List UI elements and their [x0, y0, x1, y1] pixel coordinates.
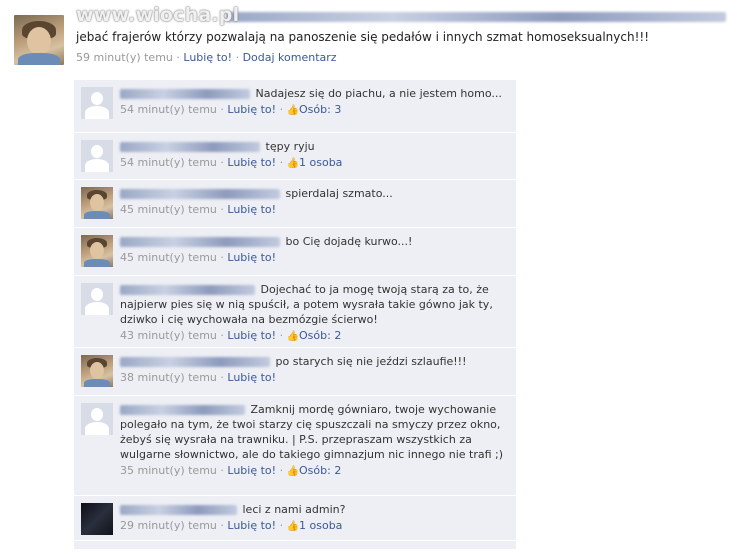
comment-list: Nadajesz się do piachu, a nie jestem hom…	[74, 80, 516, 549]
comment-text: bo Cię dojadę kurwo...!	[120, 234, 510, 249]
post-meta: 59 minut(y) temu · Lubię to! · Dodaj kom…	[76, 51, 742, 64]
comment-meta: 54 minut(y) temu · Lubię to! · 👍Osób: 3	[120, 103, 342, 116]
comment-like-link[interactable]: Lubię to!	[227, 371, 276, 384]
comment-meta: 35 minut(y) temu · Lubię to! · 👍Osób: 2	[120, 464, 342, 477]
default-avatar-icon[interactable]	[81, 403, 113, 435]
comment-like-link[interactable]: Lubię to!	[227, 156, 276, 169]
comment-text: po starych się nie jeździ szlaufie!!!	[120, 354, 510, 369]
post-time: 59 minut(y) temu	[76, 51, 173, 64]
comment-text: tępy ryju	[120, 139, 510, 154]
separator: ·	[176, 51, 180, 64]
comment-text: leci z nami admin?	[120, 502, 510, 517]
post-like-link[interactable]: Lubię to!	[183, 51, 232, 64]
comment-like-link[interactable]: Lubię to!	[227, 519, 276, 532]
commenter-name-redacted[interactable]	[120, 405, 245, 415]
comment-item: tępy ryju 54 minut(y) temu · Lubię to! ·…	[74, 133, 516, 180]
comment-like-link[interactable]: Lubię to!	[227, 329, 276, 342]
thumbs-up-icon: 👍	[286, 105, 300, 116]
comment-item: Dojechać to ja mogę twoją starą za to, ż…	[74, 276, 516, 348]
commenter-name-redacted[interactable]	[120, 142, 260, 152]
commenter-photo-avatar[interactable]	[81, 235, 113, 267]
default-avatar-icon[interactable]	[81, 87, 113, 119]
like-count-link[interactable]: Osób: 2	[299, 464, 341, 477]
comment-text: Zamknij mordę gówniaro, twoje wychowanie…	[120, 403, 504, 461]
comment-item: Nadajesz się do piachu, a nie jestem hom…	[74, 80, 516, 133]
watermark: www.wiocha.pl	[76, 4, 240, 26]
like-count-link[interactable]: 1 osoba	[299, 519, 342, 532]
comment-like-link[interactable]: Lubię to!	[227, 203, 276, 216]
separator: ·	[235, 51, 240, 64]
comment-meta: 43 minut(y) temu · Lubię to! · 👍Osób: 2	[120, 329, 342, 342]
comment-like-link[interactable]: Lubię to!	[227, 464, 276, 477]
comment-item: leci z nami admin? 29 minut(y) temu · Lu…	[74, 496, 516, 541]
commenter-name-redacted[interactable]	[120, 357, 270, 367]
thumbs-up-icon: 👍	[286, 331, 300, 342]
comment-item: Zamknij mordę gówniaro, twoje wychowanie…	[74, 396, 516, 496]
comment-item: spierdalaj szmato... 45 minut(y) temu · …	[74, 180, 516, 228]
comment-meta: 38 minut(y) temu · Lubię to!	[120, 371, 277, 384]
comment-meta: 45 minut(y) temu · Lubię to!	[120, 203, 277, 216]
commenter-name-redacted[interactable]	[120, 505, 237, 515]
commenter-photo-avatar[interactable]	[81, 355, 113, 387]
post-author-name-redacted	[226, 10, 742, 26]
comment-text: Dojechać to ja mogę twoją starą za to, ż…	[120, 283, 493, 326]
facebook-post: www.wiocha.pl jebać frajerów którzy pozw…	[0, 0, 750, 558]
comment-like-link[interactable]: Lubię to!	[227, 103, 276, 116]
commenter-dark-avatar[interactable]	[81, 503, 113, 535]
thumbs-up-icon: 👍	[286, 466, 300, 477]
like-count-link[interactable]: Osób: 2	[299, 329, 341, 342]
post-text: jebać frajerów którzy pozwalają na panos…	[76, 30, 649, 44]
comment-list-continuation	[74, 541, 516, 549]
comment-meta: 29 minut(y) temu · Lubię to! · 👍1 osoba	[120, 519, 343, 532]
commenter-name-redacted[interactable]	[120, 189, 280, 199]
add-comment-link[interactable]: Dodaj komentarz	[243, 51, 337, 64]
thumbs-up-icon: 👍	[286, 521, 300, 532]
comment-text: spierdalaj szmato...	[120, 186, 510, 201]
thumbs-up-icon: 👍	[286, 158, 300, 169]
like-count-link[interactable]: Osób: 3	[299, 103, 341, 116]
commenter-name-redacted[interactable]	[120, 285, 255, 295]
default-avatar-icon[interactable]	[81, 140, 113, 172]
comment-item: bo Cię dojadę kurwo...! 45 minut(y) temu…	[74, 228, 516, 276]
comment-meta: 54 minut(y) temu · Lubię to! · 👍1 osoba	[120, 156, 343, 169]
default-avatar-icon[interactable]	[81, 283, 113, 315]
comment-like-link[interactable]: Lubię to!	[227, 251, 276, 264]
post-author-avatar[interactable]	[14, 15, 64, 65]
like-count-link[interactable]: 1 osoba	[299, 156, 342, 169]
commenter-name-redacted[interactable]	[120, 237, 280, 247]
comment-meta: 45 minut(y) temu · Lubię to!	[120, 251, 277, 264]
commenter-photo-avatar[interactable]	[81, 187, 113, 219]
comment-item: po starych się nie jeździ szlaufie!!! 38…	[74, 348, 516, 396]
commenter-name-redacted[interactable]	[120, 89, 250, 99]
comment-text: Nadajesz się do piachu, a nie jestem hom…	[120, 86, 510, 101]
